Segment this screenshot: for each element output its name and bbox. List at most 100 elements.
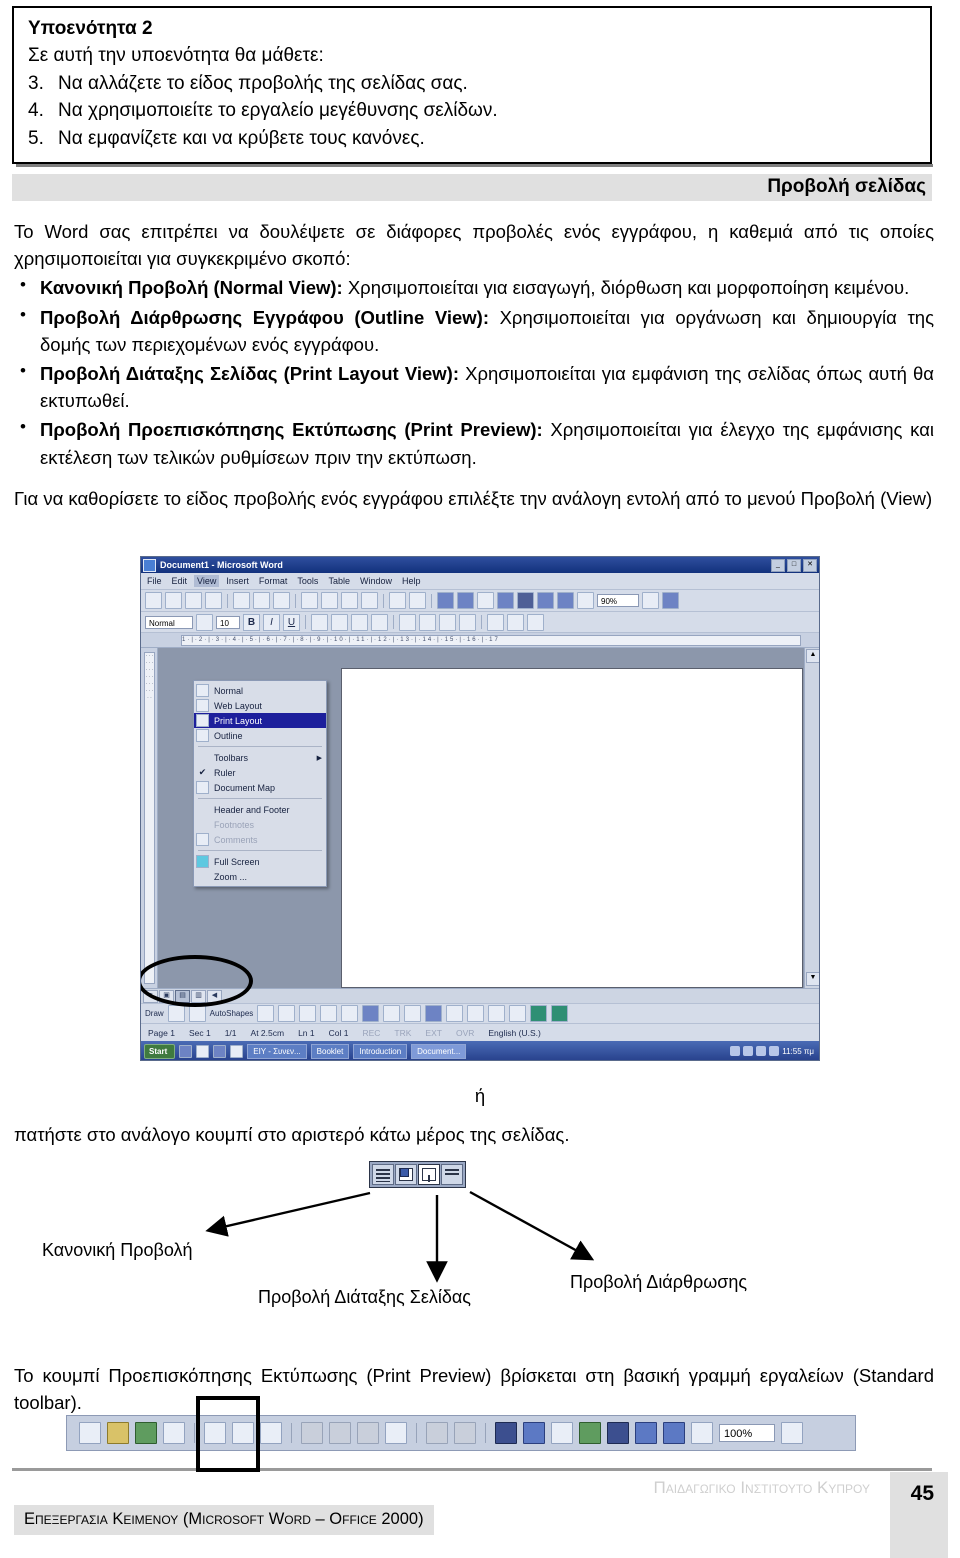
cut-icon[interactable] (301, 592, 318, 609)
normal-view-button[interactable]: ≡ (143, 989, 158, 1003)
quick-launch-desktop-icon[interactable] (230, 1044, 244, 1058)
scroll-left-icon[interactable]: ◀ (207, 989, 222, 1003)
draw-menu-label[interactable]: Draw (145, 1009, 164, 1018)
line-icon[interactable] (257, 1005, 275, 1022)
tray-icon[interactable] (769, 1046, 780, 1056)
format-painter-icon[interactable] (361, 592, 378, 609)
tray-icon[interactable] (756, 1046, 767, 1056)
status-ovr[interactable]: OVR (449, 1028, 481, 1038)
line-color-icon[interactable] (425, 1005, 443, 1022)
scroll-down-icon[interactable]: ▼ (806, 972, 819, 986)
paste-icon[interactable] (357, 1422, 379, 1444)
open-icon[interactable] (107, 1422, 129, 1444)
copy-icon[interactable] (329, 1422, 351, 1444)
highlight-icon[interactable] (507, 613, 524, 631)
menu-window[interactable]: Window (360, 576, 392, 586)
show-formatting-icon[interactable] (577, 592, 594, 609)
view-menu-item-header-footer[interactable]: Header and Footer (194, 802, 326, 817)
save-icon[interactable] (135, 1422, 157, 1444)
bold-button[interactable]: B (243, 613, 260, 631)
menu-table[interactable]: Table (328, 576, 350, 586)
clip-art-icon[interactable] (383, 1005, 401, 1022)
tables-and-borders-icon[interactable] (523, 1422, 545, 1444)
shadow-icon[interactable] (530, 1005, 548, 1022)
view-menu-item-document-map[interactable]: Document Map (194, 780, 326, 795)
print-icon[interactable] (233, 592, 250, 609)
redo-icon[interactable] (409, 592, 426, 609)
zoom-combo[interactable]: 90% (597, 594, 639, 607)
vertical-scrollbar[interactable]: ▲ ▼ (804, 648, 819, 988)
office-assistant-icon[interactable] (662, 592, 679, 609)
dash-style-icon[interactable] (488, 1005, 506, 1022)
status-rec[interactable]: REC (355, 1028, 387, 1038)
insert-hyperlink-icon[interactable] (495, 1422, 517, 1444)
spelling-grammar-icon[interactable] (260, 1422, 282, 1444)
menu-file[interactable]: File (147, 576, 162, 586)
print-preview-icon[interactable] (253, 592, 270, 609)
horizontal-ruler[interactable]: 1·|·2·|·3·|·4·|·5·|·6·|·7·|·8·|·9·|·10·|… (141, 633, 819, 648)
insert-table-icon[interactable] (477, 592, 494, 609)
document-map-toolbar-icon[interactable] (557, 592, 574, 609)
quick-launch-word-icon[interactable] (179, 1044, 193, 1058)
3d-icon[interactable] (551, 1005, 569, 1022)
taskbar-item[interactable]: EIY - Συνεν... (247, 1043, 307, 1059)
style-combo[interactable]: Normal (145, 615, 193, 629)
taskbar-item[interactable]: Document... (411, 1043, 467, 1059)
undo-icon[interactable] (389, 592, 406, 609)
view-menu-item-web-layout[interactable]: Web Layout (194, 698, 326, 713)
menu-insert[interactable]: Insert (226, 576, 249, 586)
insert-table-icon[interactable] (551, 1422, 573, 1444)
align-justify-icon[interactable] (371, 613, 388, 631)
document-map-icon[interactable] (663, 1422, 685, 1444)
outline-view-button[interactable]: ▥ (191, 989, 206, 1003)
menu-view[interactable]: View (194, 575, 220, 587)
menu-tools[interactable]: Tools (297, 576, 318, 586)
normal-view-button-figure[interactable] (372, 1164, 394, 1185)
font-name-combo[interactable] (196, 613, 213, 631)
menu-format[interactable]: Format (259, 576, 288, 586)
view-menu-item-toolbars[interactable]: Toolbars ▶ (194, 750, 326, 765)
web-layout-view-button[interactable]: ▣ (159, 989, 174, 1003)
numbering-icon[interactable] (399, 613, 416, 631)
minimize-icon[interactable]: _ (771, 558, 785, 572)
menu-help[interactable]: Help (402, 576, 421, 586)
oval-icon[interactable] (320, 1005, 338, 1022)
text-box-icon[interactable] (341, 1005, 359, 1022)
show-hide-formatting-icon[interactable] (691, 1422, 713, 1444)
decrease-indent-icon[interactable] (439, 613, 456, 631)
mail-icon[interactable] (205, 592, 222, 609)
status-trk[interactable]: TRK (387, 1028, 418, 1038)
quick-launch-paint-icon[interactable] (196, 1044, 210, 1058)
paste-icon[interactable] (341, 592, 358, 609)
outline-view-button-figure[interactable] (441, 1164, 463, 1185)
bullets-icon[interactable] (419, 613, 436, 631)
insert-excel-icon[interactable] (497, 592, 514, 609)
columns-icon[interactable] (607, 1422, 629, 1444)
view-menu-item-ruler[interactable]: ✔ Ruler (194, 765, 326, 780)
menu-edit[interactable]: Edit (172, 576, 188, 586)
view-menu-item-print-layout[interactable]: Print Layout (194, 713, 326, 728)
font-color-draw-icon[interactable] (446, 1005, 464, 1022)
view-menu-item-zoom[interactable]: Zoom ... (194, 869, 326, 884)
taskbar-item[interactable]: Introduction (353, 1043, 408, 1059)
borders-icon[interactable] (487, 613, 504, 631)
web-layout-view-button-figure[interactable] (395, 1164, 417, 1185)
italic-button[interactable]: I (263, 613, 280, 631)
free-rotate-icon[interactable] (188, 1005, 206, 1022)
format-painter-icon[interactable] (385, 1422, 407, 1444)
fill-color-icon[interactable] (404, 1005, 422, 1022)
view-menu-item-normal[interactable]: Normal (194, 683, 326, 698)
autoshapes-menu-label[interactable]: AutoShapes (210, 1009, 254, 1018)
maximize-icon[interactable]: □ (787, 558, 801, 572)
font-size-combo[interactable]: 10 (216, 615, 240, 629)
drawing-icon[interactable] (537, 592, 554, 609)
document-page[interactable] (341, 668, 803, 988)
new-document-icon[interactable] (145, 592, 162, 609)
save-icon[interactable] (185, 592, 202, 609)
help-icon[interactable] (781, 1422, 803, 1444)
drawing-icon[interactable] (635, 1422, 657, 1444)
insert-excel-worksheet-icon[interactable] (579, 1422, 601, 1444)
copy-icon[interactable] (321, 592, 338, 609)
scroll-up-icon[interactable]: ▲ (806, 649, 819, 663)
undo-icon[interactable] (426, 1422, 448, 1444)
